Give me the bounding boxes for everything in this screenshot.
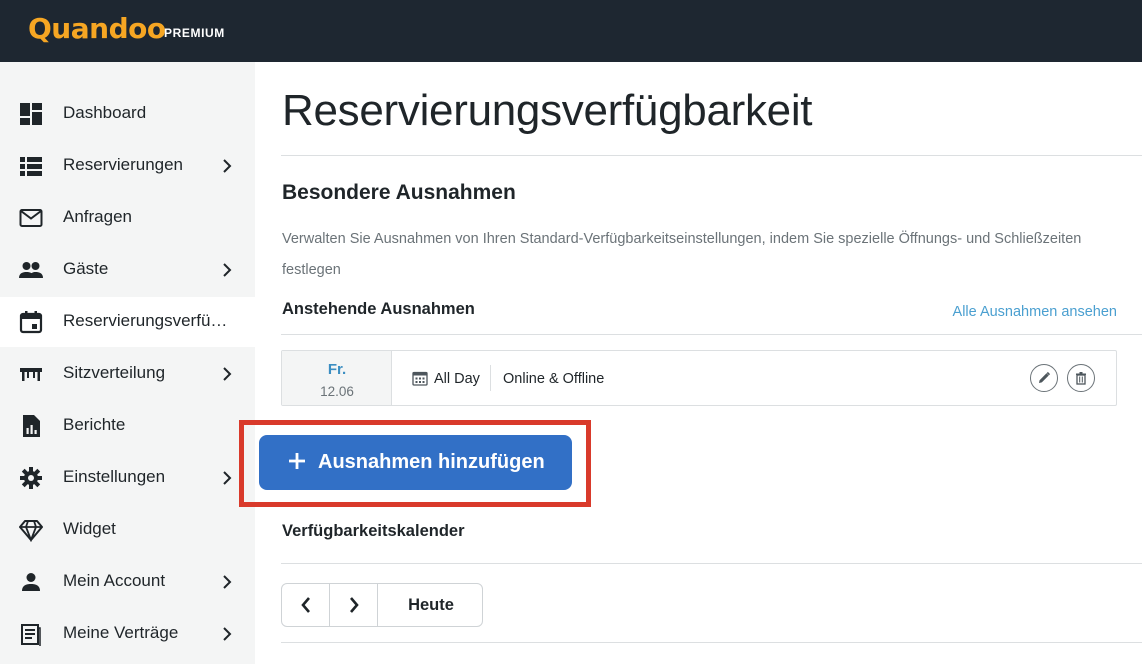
sidebar-item-berichte[interactable]: Berichte <box>0 401 255 451</box>
chevron-right-icon <box>219 365 235 383</box>
chevron-left-icon <box>300 597 310 613</box>
chevron-right-icon <box>219 625 235 643</box>
list-icon <box>18 153 44 179</box>
page-title: Reservierungsverfügbarkeit <box>282 86 813 135</box>
section-description: Verwalten Sie Ausnahmen von Ihren Standa… <box>282 231 1082 278</box>
sidebar: Dashboard Reservierungen Anfragen Gäste … <box>0 62 255 664</box>
top-bar: Quandoo PREMIUM <box>0 0 1142 62</box>
sidebar-item-gaeste[interactable]: Gäste <box>0 245 255 295</box>
calendar-small-icon <box>412 370 428 386</box>
calendar-title: Verfügbarkeitskalender <box>282 522 465 540</box>
upcoming-exceptions-title: Anstehende Ausnahmen <box>282 300 475 318</box>
sidebar-item-label: Mein Account <box>63 571 166 590</box>
add-exception-label: Ausnahmen hinzufügen <box>318 451 545 473</box>
person-icon <box>18 569 44 595</box>
sidebar-item-dashboard[interactable]: Dashboard <box>0 89 255 139</box>
sidebar-item-anfragen[interactable]: Anfragen <box>0 193 255 243</box>
sidebar-item-mein-account[interactable]: Mein Account <box>0 557 255 607</box>
premium-label: PREMIUM <box>164 26 225 40</box>
sidebar-item-label: Dashboard <box>63 103 147 122</box>
divider <box>281 334 1142 335</box>
sidebar-item-label: Meine Verträge <box>63 623 179 642</box>
view-all-exceptions-link[interactable]: Alle Ausnahmen ansehen <box>953 304 1117 320</box>
divider <box>281 642 1142 643</box>
pencil-icon <box>1039 371 1051 383</box>
dashboard-icon <box>18 101 44 127</box>
sidebar-item-sitzverteilung[interactable]: Sitzverteilung <box>0 349 255 399</box>
sidebar-item-reservierungsverfuegbarkeit[interactable]: Reservierungsverfügbarkeit <box>0 297 255 347</box>
exception-day: Fr. <box>327 361 347 378</box>
exception-card[interactable]: Fr. 12.06 All Day Online & Offline <box>281 350 1117 406</box>
divider <box>281 563 1142 564</box>
sidebar-item-einstellungen[interactable]: Einstellungen <box>0 453 255 503</box>
exception-time: All Day <box>434 371 480 387</box>
calendar-icon <box>18 309 44 335</box>
sidebar-item-label: Widget <box>63 519 116 538</box>
sidebar-item-label: Gäste <box>63 259 109 278</box>
sidebar-item-label: Einstellungen <box>63 467 166 486</box>
quandoo-logo[interactable]: Quandoo <box>28 12 166 45</box>
people-icon <box>18 257 44 283</box>
report-icon <box>18 413 44 439</box>
exception-date-number: 12.06 <box>320 384 354 399</box>
trash-icon <box>1076 372 1086 385</box>
sidebar-item-label: Reservierungen <box>63 155 184 174</box>
delete-button[interactable] <box>1067 364 1095 392</box>
chevron-right-icon <box>219 469 235 487</box>
sidebar-item-label: Sitzverteilung <box>63 363 166 382</box>
next-button[interactable] <box>330 584 378 626</box>
calendar-navigation: Heute <box>281 583 483 627</box>
add-exception-button[interactable]: Ausnahmen hinzufügen <box>259 435 572 490</box>
chevron-right-icon <box>219 573 235 591</box>
today-button[interactable]: Heute <box>378 584 482 626</box>
table-icon <box>18 361 44 387</box>
sidebar-item-meine-vertraege[interactable]: Meine Verträge <box>0 609 255 659</box>
gear-icon <box>18 465 44 491</box>
plus-icon <box>289 453 305 469</box>
sidebar-item-label: Berichte <box>63 415 126 434</box>
exception-channel: Online & Offline <box>503 371 605 387</box>
mail-icon <box>18 205 44 231</box>
sidebar-item-label: Reservierungsverfügbarkeit <box>63 311 233 330</box>
diamond-icon <box>18 517 44 543</box>
separator <box>490 365 491 391</box>
sidebar-item-reservierungen[interactable]: Reservierungen <box>0 141 255 191</box>
contract-icon <box>18 621 44 647</box>
exception-date: Fr. 12.06 <box>282 351 392 405</box>
main-content: Reservierungsverfügbarkeit Besondere Aus… <box>255 62 1142 664</box>
divider <box>281 155 1142 156</box>
section-title: Besondere Ausnahmen <box>282 181 516 204</box>
chevron-right-icon <box>349 597 359 613</box>
chevron-right-icon <box>219 261 235 279</box>
edit-button[interactable] <box>1030 364 1058 392</box>
sidebar-item-widget[interactable]: Widget <box>0 505 255 555</box>
chevron-right-icon <box>219 157 235 175</box>
previous-button[interactable] <box>282 584 330 626</box>
sidebar-item-label: Anfragen <box>63 207 132 226</box>
